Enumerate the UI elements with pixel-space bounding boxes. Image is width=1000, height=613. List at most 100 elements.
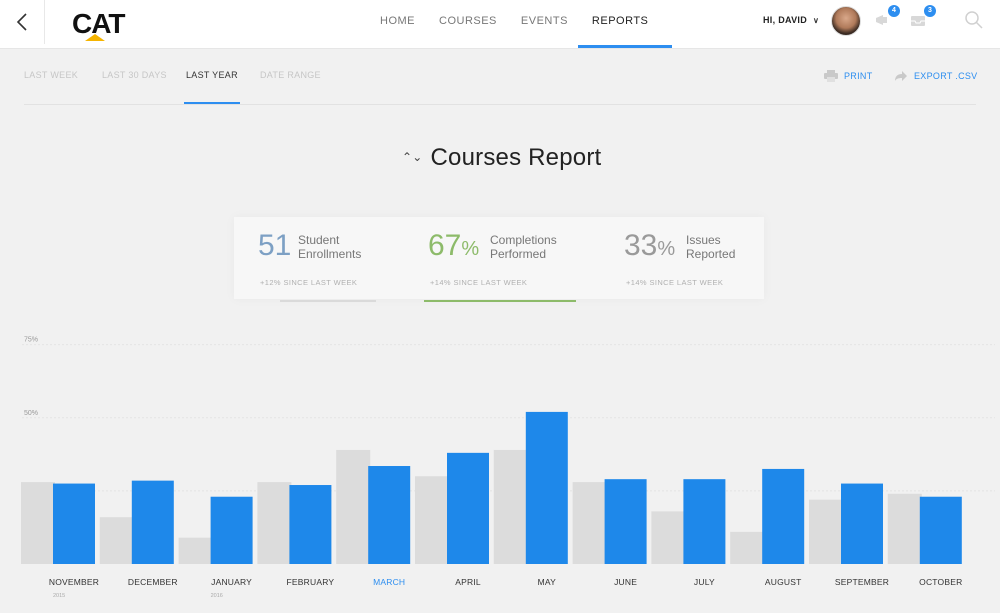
stat-value: 33%	[624, 229, 675, 263]
nav-courses[interactable]: COURSES	[427, 0, 509, 48]
bar-secondary[interactable]	[99, 517, 134, 564]
stat-label: Completions Performed	[490, 233, 557, 261]
tab-date-range[interactable]: DATE RANGE	[260, 70, 321, 80]
y-tick-label: 75%	[24, 337, 38, 344]
x-tick-label[interactable]: SEPTEMBER	[835, 577, 889, 587]
stat-number: 33	[624, 229, 658, 262]
x-tick-label[interactable]: APRIL	[455, 577, 481, 587]
y-tick-label: 50%	[24, 410, 38, 417]
bar-secondary[interactable]	[809, 499, 843, 564]
nav-home[interactable]: HOME	[368, 0, 427, 48]
x-tick-label[interactable]: MAY	[538, 577, 557, 587]
bar-primary[interactable]	[210, 496, 253, 564]
page-title: Courses Report	[430, 144, 602, 171]
bar-secondary[interactable]	[21, 482, 55, 564]
stat-label-line1: Completions	[490, 233, 557, 247]
bar-primary[interactable]	[447, 452, 489, 564]
x-tick-label[interactable]: JANUARY	[211, 577, 252, 587]
chevron-down-icon: ∨	[813, 16, 820, 25]
bar-secondary[interactable]	[415, 476, 449, 564]
bar-primary[interactable]	[131, 480, 174, 564]
stat-label-line2: Enrollments	[298, 247, 362, 261]
stat-completions[interactable]: 67% Completions Performed +14% SINCE LAST…	[424, 217, 598, 302]
x-tick-label[interactable]: AUGUST	[765, 577, 802, 587]
bar-secondary[interactable]	[730, 531, 765, 564]
bar-secondary[interactable]	[336, 449, 371, 564]
bar-secondary[interactable]	[887, 493, 922, 564]
print-label: PRINT	[844, 71, 873, 81]
stat-label-line2: Performed	[490, 247, 547, 261]
bar-primary[interactable]	[762, 468, 805, 564]
avatar[interactable]	[831, 6, 861, 36]
megaphone-icon	[876, 15, 887, 25]
bar-secondary[interactable]	[572, 482, 607, 564]
tab-last-year[interactable]: LAST YEAR	[184, 70, 240, 104]
tab-last-30-days[interactable]: LAST 30 DAYS	[102, 70, 167, 80]
notifications-button[interactable]: 4	[874, 5, 900, 30]
stat-label-line1: Student	[298, 233, 340, 247]
bar-primary[interactable]	[683, 479, 726, 564]
stat-label: Issues Reported	[686, 233, 735, 261]
search-button[interactable]	[964, 10, 983, 29]
bar-primary[interactable]	[289, 485, 332, 564]
stat-value: 51	[258, 229, 291, 263]
bar-primary[interactable]	[604, 479, 647, 564]
stat-underline	[424, 300, 576, 302]
main-nav: HOME COURSES EVENTS REPORTS	[368, 0, 673, 48]
x-tick-sublabel: 2015	[53, 593, 65, 599]
logo-triangle-icon	[85, 34, 105, 41]
x-tick-label[interactable]: JULY	[694, 577, 715, 587]
bar-secondary[interactable]	[257, 482, 292, 564]
courses-chart: 25%50%75%NOVEMBER2015DECEMBERJANUARY2016…	[0, 330, 1000, 608]
inbox-icon	[911, 16, 925, 26]
stats-panel: 51 Student Enrollments +12% SINCE LAST WE…	[234, 217, 764, 302]
chevron-left-icon	[16, 13, 27, 31]
share-arrow-icon	[895, 71, 907, 81]
sort-arrows-icon: ⌃⌄	[402, 150, 423, 164]
stat-enrollments[interactable]: 51 Student Enrollments +12% SINCE LAST WE…	[258, 217, 428, 302]
stat-suffix: %	[657, 238, 676, 260]
printer-icon	[824, 70, 838, 82]
logo[interactable]: CAT	[72, 8, 125, 41]
bar-primary[interactable]	[919, 496, 962, 564]
stat-since: +12% SINCE LAST WEEK	[260, 278, 358, 287]
x-tick-label[interactable]: FEBRUARY	[287, 577, 335, 587]
greeting-text: HI, DAVID	[763, 15, 808, 25]
print-button[interactable]: PRINT	[824, 70, 873, 82]
x-tick-sublabel: 2016	[211, 593, 223, 599]
stat-number: 51	[258, 229, 292, 262]
notifications-badge: 4	[888, 5, 900, 17]
stat-issues[interactable]: 33% Issues Reported +14% SINCE LAST WEEK	[624, 217, 764, 299]
bar-secondary[interactable]	[651, 511, 686, 564]
export-csv-button[interactable]: EXPORT .CSV	[894, 70, 978, 82]
stat-underline	[280, 300, 376, 302]
search-icon	[965, 11, 983, 29]
bar-primary[interactable]	[841, 483, 883, 564]
back-button[interactable]	[0, 0, 45, 44]
nav-events[interactable]: EVENTS	[509, 0, 580, 48]
bar-secondary[interactable]	[493, 449, 528, 564]
x-tick-label[interactable]: JUNE	[614, 577, 637, 587]
x-tick-label[interactable]: DECEMBER	[128, 577, 178, 587]
x-tick-label[interactable]: OCTOBER	[919, 577, 962, 587]
bar-secondary[interactable]	[178, 537, 213, 564]
stat-label: Student Enrollments	[298, 233, 361, 261]
stat-label-line2: Reported	[686, 247, 736, 261]
date-filter-tabs: LAST WEEK LAST 30 DAYS LAST YEAR DATE RA…	[24, 60, 976, 105]
stat-suffix: %	[461, 238, 480, 260]
stat-since: +14% SINCE LAST WEEK	[626, 278, 724, 287]
tab-last-week[interactable]: LAST WEEK	[24, 70, 78, 80]
top-bar: CAT HOME COURSES EVENTS REPORTS HI, DAVI…	[0, 0, 1000, 49]
bar-primary[interactable]	[53, 483, 95, 564]
export-label: EXPORT .CSV	[914, 71, 978, 81]
stat-number: 67	[428, 229, 462, 262]
stat-label-line1: Issues	[686, 233, 721, 247]
user-menu[interactable]: HI, DAVID ∨	[763, 15, 819, 25]
bar-primary[interactable]	[368, 466, 411, 564]
x-tick-label[interactable]: MARCH	[373, 577, 405, 587]
x-tick-label[interactable]: NOVEMBER	[49, 577, 99, 587]
nav-reports[interactable]: REPORTS	[577, 0, 673, 48]
bar-primary[interactable]	[525, 411, 568, 564]
report-selector[interactable]: ⌃⌄ Courses Report	[402, 144, 601, 172]
messages-button[interactable]: 3	[910, 5, 936, 30]
